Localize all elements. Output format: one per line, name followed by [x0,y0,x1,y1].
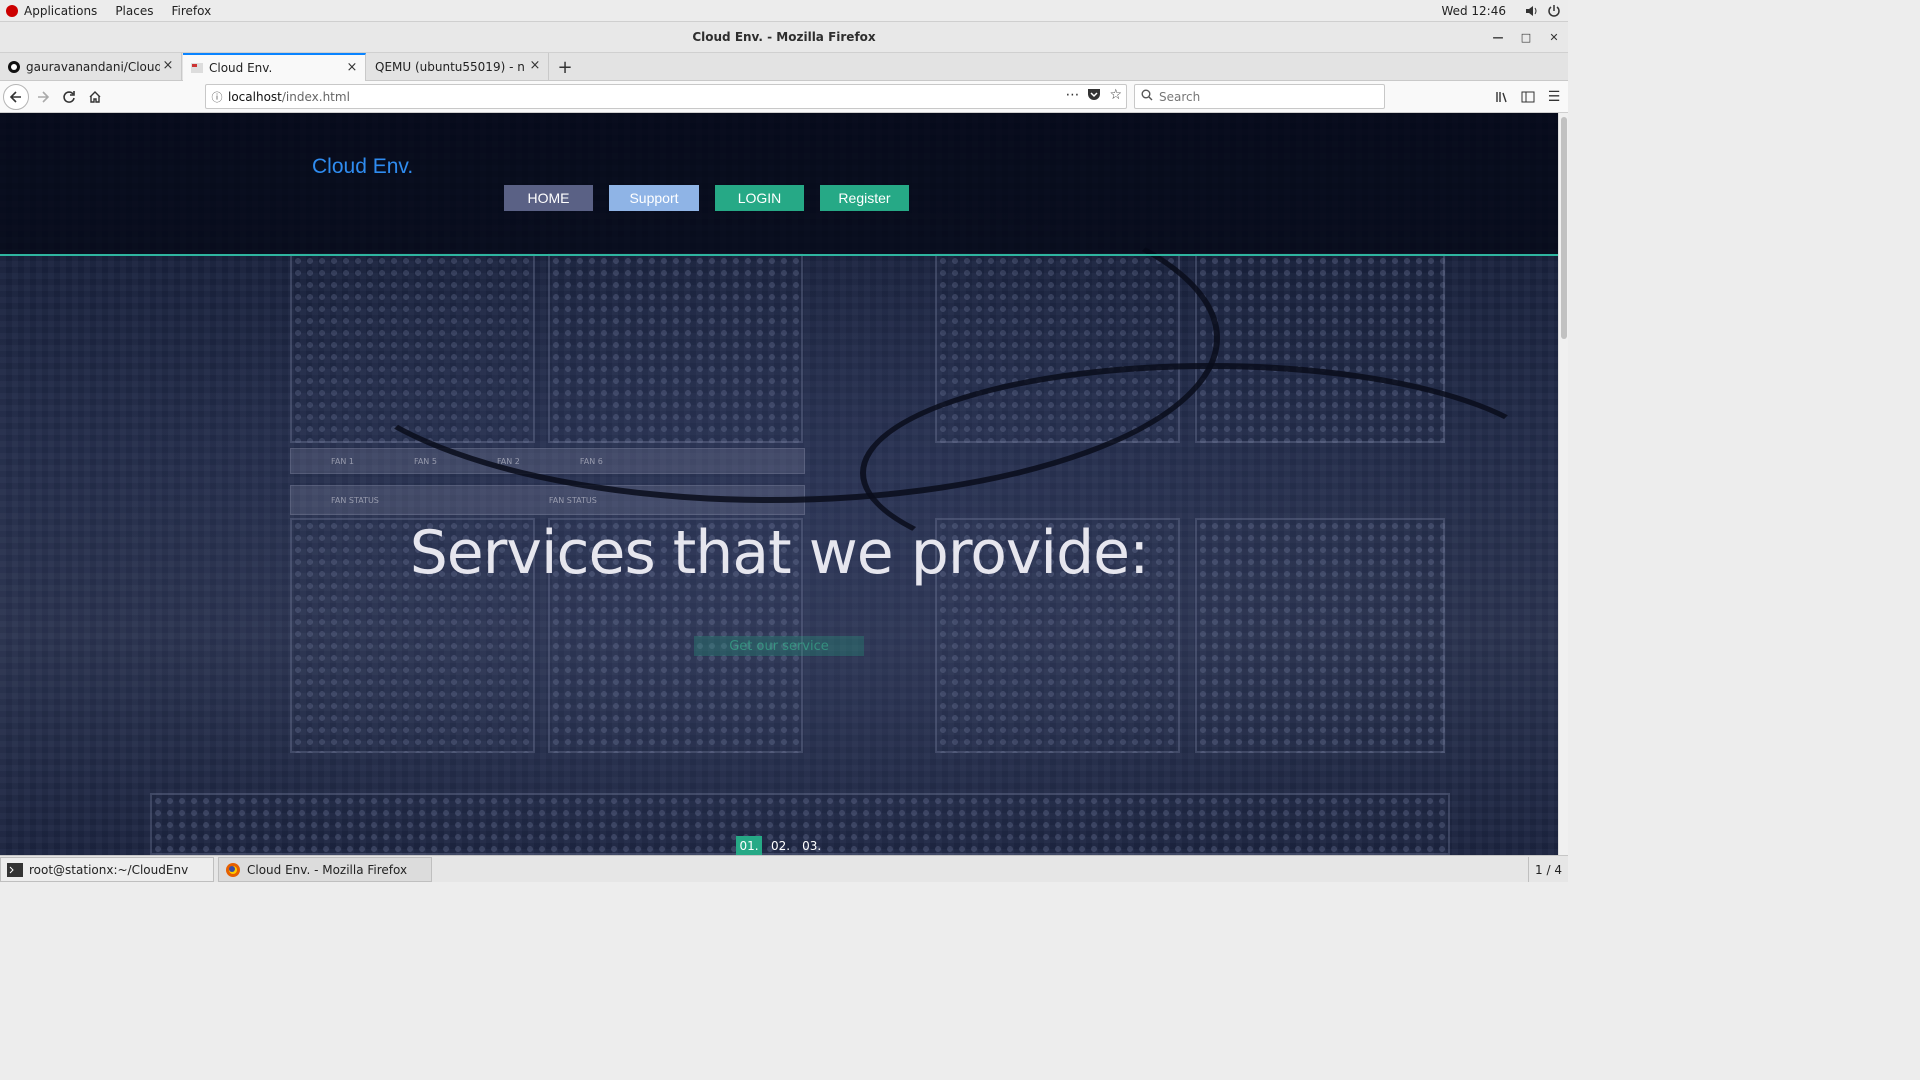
tab-github[interactable]: gauravanandani/CloudEnv × [0,53,182,81]
bookmark-star-icon[interactable]: ☆ [1109,87,1122,105]
slider-pagination: 01. 02. 03. [736,836,824,855]
fan-label: FAN 1 [331,456,354,466]
task-terminal[interactable]: root@stationx:~/CloudEnv [0,857,214,882]
page-scrollbar[interactable] [1558,113,1568,855]
home-button[interactable] [82,84,108,110]
tab-cloud-env[interactable]: Cloud Env. × [183,53,366,81]
applications-menu[interactable]: Applications [0,0,106,22]
maximize-icon[interactable]: □ [1512,22,1540,53]
tab-bar: gauravanandani/CloudEnv × Cloud Env. × Q… [0,53,1568,81]
reload-button[interactable] [56,84,82,110]
fan-label: FAN 5 [413,456,437,466]
library-icon[interactable] [1494,84,1510,110]
applications-label: Applications [24,3,98,18]
system-top-bar: Applications Places Firefox Wed 12:46 [0,0,1568,22]
tab-label: gauravanandani/CloudEnv [26,60,160,74]
taskbar: root@stationx:~/CloudEnv Cloud Env. - Mo… [0,855,1568,882]
pocket-icon[interactable] [1087,87,1101,105]
page-content: FAN 1 FAN 5 FAN 2 FAN 6 FAN STATUS FAN S… [0,113,1558,855]
nav-login-button[interactable]: LOGIN [715,185,804,211]
search-bar[interactable]: Search [1134,84,1385,109]
slide-1-button[interactable]: 01. [736,836,762,855]
window-title: Cloud Env. - Mozilla Firefox [692,30,876,44]
page-actions-icon[interactable]: ⋯ [1065,87,1079,105]
back-button[interactable] [3,84,29,110]
terminal-icon [7,862,23,877]
volume-icon[interactable] [1524,3,1540,19]
tab-label: Cloud Env. [209,61,273,75]
page-icon [191,62,203,74]
github-icon [8,61,20,73]
slide-3-button[interactable]: 03. [799,836,824,855]
info-icon[interactable]: ⓘ [206,89,228,105]
hero-cta-button[interactable]: Get our service [694,636,864,656]
site-header: Cloud Env. HOME Support LOGIN Register [0,113,1558,256]
search-placeholder: Search [1159,89,1201,104]
tab-qemu[interactable]: QEMU (ubuntu55019) - noVNC × [367,53,549,81]
window-titlebar: Cloud Env. - Mozilla Firefox — □ ✕ [0,22,1568,53]
firefox-menu[interactable]: Firefox [162,0,220,22]
new-tab-icon[interactable]: + [554,53,576,81]
task-label: Cloud Env. - Mozilla Firefox [247,862,408,877]
tab-label: QEMU (ubuntu55019) - noVNC [375,60,525,74]
places-menu[interactable]: Places [106,0,162,22]
close-tab-icon[interactable]: × [528,59,542,73]
nav-support-button[interactable]: Support [609,185,699,211]
url-path: /index.html [281,89,350,104]
minimize-icon[interactable]: — [1484,22,1512,53]
power-icon[interactable] [1546,3,1562,19]
hero-title: Services that we provide: [409,518,1150,588]
slide-2-button[interactable]: 02. [768,836,793,855]
nav-home-button[interactable]: HOME [504,185,593,211]
url-host: localhost [228,89,282,104]
nav-register-button[interactable]: Register [820,185,909,211]
scrollbar-thumb[interactable] [1561,117,1567,339]
task-firefox[interactable]: Cloud Env. - Mozilla Firefox [218,857,432,882]
fan-status-label: FAN STATUS [548,495,597,505]
close-window-icon[interactable]: ✕ [1540,22,1568,53]
fan-status-label: FAN STATUS [331,495,379,505]
sidebar-icon[interactable] [1520,84,1536,110]
workspace-pager[interactable]: 1 / 4 [1528,857,1568,882]
close-tab-icon[interactable]: × [161,59,175,73]
firefox-icon [225,862,241,877]
navigation-toolbar: ⓘ localhost/index.html ⋯ ☆ Search ☰ [0,81,1568,113]
hamburger-menu-icon[interactable]: ☰ [1546,84,1562,110]
close-tab-icon[interactable]: × [345,61,359,75]
forward-button[interactable] [30,84,56,110]
task-label: root@stationx:~/CloudEnv [29,862,189,877]
site-brand[interactable]: Cloud Env. [312,155,413,179]
search-icon [1135,89,1159,104]
redhat-logo-icon [6,4,18,17]
url-bar[interactable]: ⓘ localhost/index.html ⋯ ☆ [205,84,1127,109]
clock[interactable]: Wed 12:46 [1441,4,1506,18]
